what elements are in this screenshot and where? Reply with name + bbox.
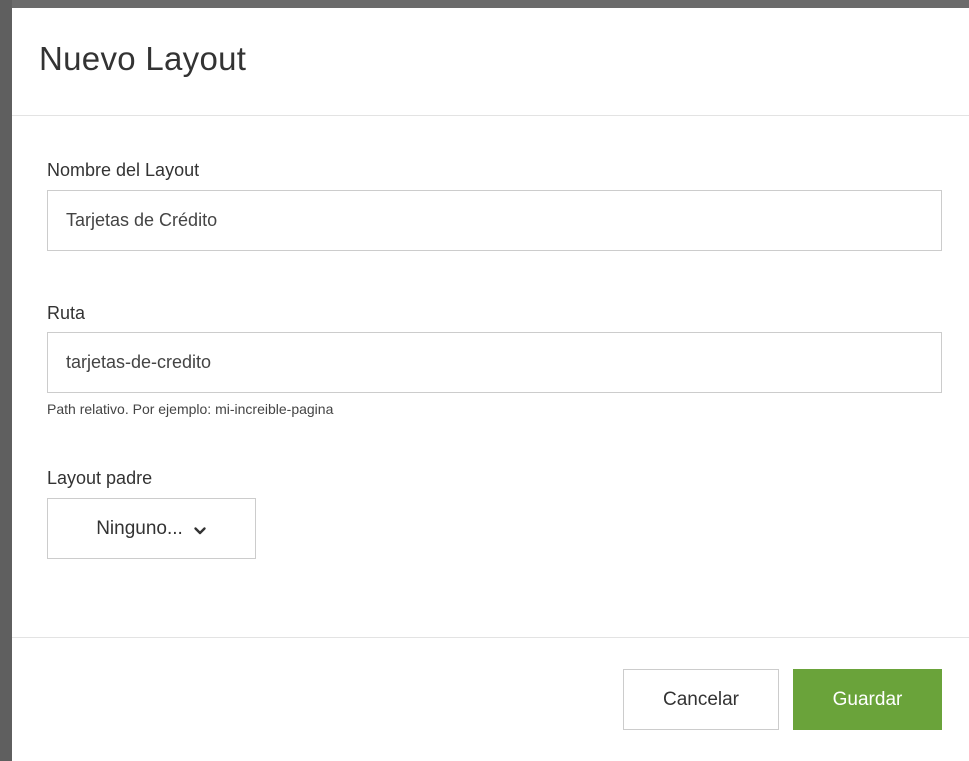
parent-layout-selected: Ninguno...	[96, 517, 183, 539]
route-label: Ruta	[47, 303, 86, 323]
modal-title: Nuevo Layout	[39, 39, 247, 77]
save-button[interactable]: Guardar	[793, 669, 942, 730]
modal-header: Nuevo Layout	[12, 8, 969, 116]
chevron-down-icon	[193, 522, 207, 536]
parent-layout-select[interactable]: Ninguno...	[47, 498, 256, 559]
modal-footer: Cancelar Guardar	[12, 638, 969, 761]
layout-name-label: Nombre del Layout	[47, 160, 200, 180]
new-layout-modal: Nuevo Layout Nombre del Layout Tarjetas …	[12, 8, 969, 761]
cancel-button[interactable]: Cancelar	[623, 669, 779, 730]
layout-name-value: Tarjetas de Crédito	[66, 210, 218, 230]
layout-name-input[interactable]: Tarjetas de Crédito	[47, 190, 942, 251]
modal-backdrop	[0, 0, 12, 761]
route-help-text: Path relativo. Por ejemplo: mi-increible…	[47, 401, 334, 417]
parent-layout-label: Layout padre	[47, 468, 153, 488]
route-input[interactable]: tarjetas-de-credito	[47, 332, 942, 393]
modal-body: Nombre del Layout Tarjetas de Crédito Ru…	[12, 116, 969, 638]
route-value: tarjetas-de-credito	[66, 352, 212, 372]
